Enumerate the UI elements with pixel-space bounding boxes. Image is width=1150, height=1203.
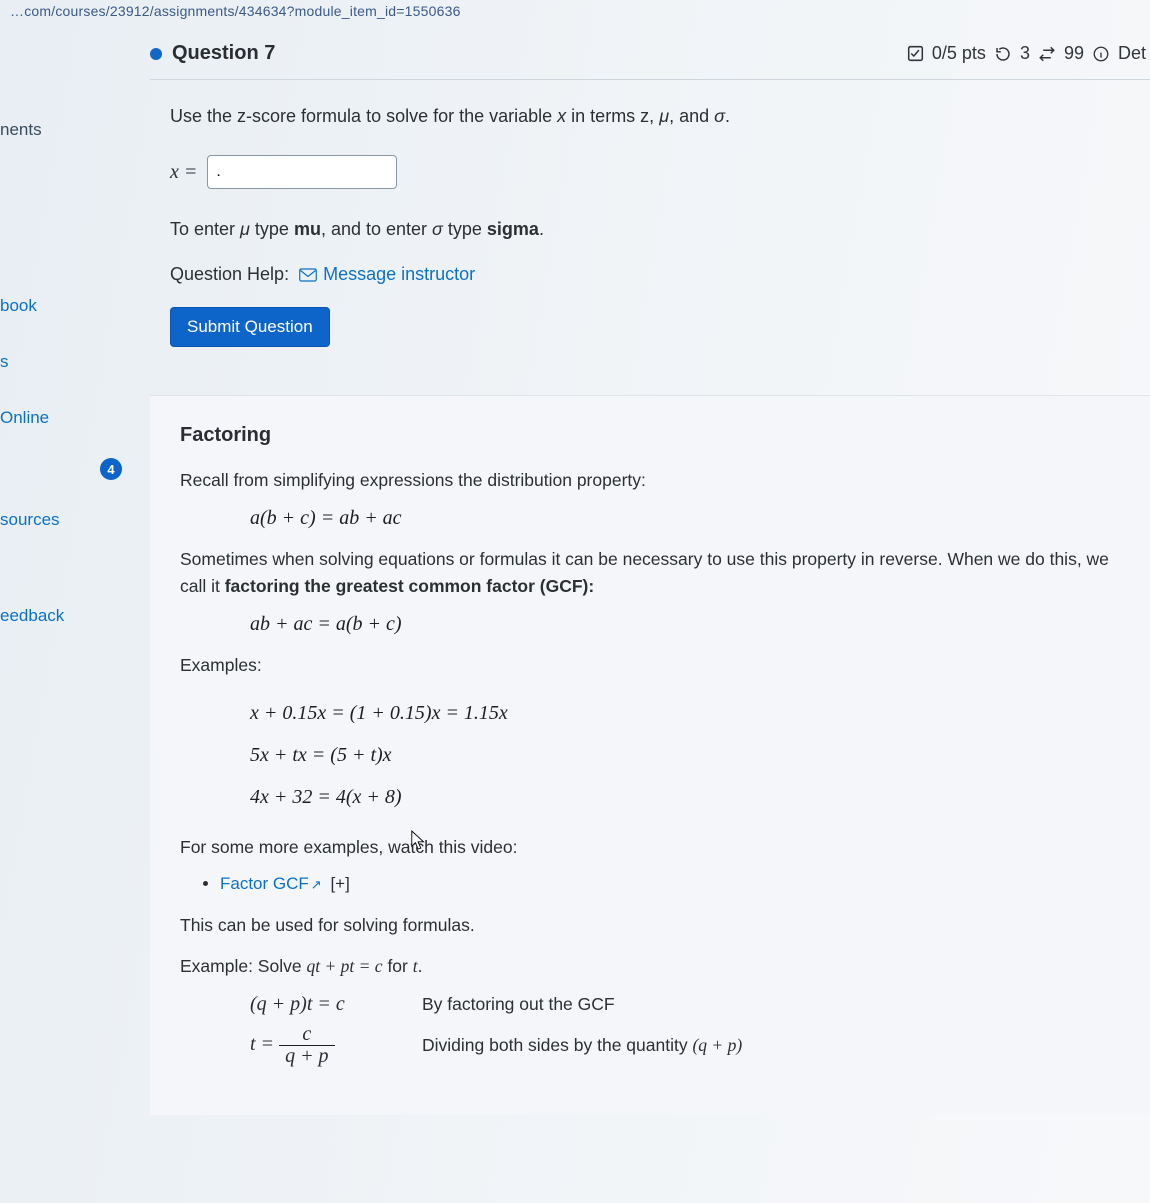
question-prompt: Use the z-score formula to solve for the… (170, 106, 1150, 127)
section-title: Factoring (180, 424, 1120, 447)
step1-equation: (q + p)t = c (250, 993, 390, 1016)
section-p3: For some more examples, watch this video… (180, 834, 1120, 860)
section-p4: This can be used for solving formulas. (180, 912, 1120, 938)
answer-row: x = (170, 155, 1150, 189)
attempts-text: 3 (1020, 43, 1030, 64)
sidebar-item-book[interactable]: book (0, 278, 130, 334)
sidebar-item-s[interactable]: s (0, 334, 130, 390)
retry-icon (994, 45, 1012, 63)
step2-equation: t = c q + p (250, 1024, 390, 1067)
info-icon (1092, 45, 1110, 63)
section-p5: Example: Solve qt + pt = c for t. (180, 953, 1120, 979)
answer-input[interactable] (207, 155, 397, 189)
example-3: 4x + 32 = 4(x + 8) (250, 776, 1120, 818)
help-label: Question Help: (170, 264, 289, 285)
solve-steps: (q + p)t = c By factoring out the GCF t … (250, 993, 1120, 1067)
sidebar-item-online[interactable]: Online (0, 390, 130, 446)
examples-block: x + 0.15x = (1 + 0.15)x = 1.15x 5x + tx … (250, 692, 1120, 818)
checkbox-icon (907, 45, 924, 62)
factor-gcf-link[interactable]: Factor GCF↗ (220, 874, 326, 893)
section-p1: Recall from simplifying expressions the … (180, 467, 1120, 493)
example-2: 5x + tx = (5 + t)x (250, 734, 1120, 776)
external-link-icon: ↗ (311, 877, 322, 892)
section-p2: Sometimes when solving equations or form… (180, 546, 1120, 599)
sidebar-badge: 4 (100, 458, 122, 480)
video-list: Factor GCF↗ [+] (220, 874, 1120, 894)
details-link[interactable]: Det (1118, 43, 1146, 64)
equation-factoring: ab + ac = a(b + c) (250, 613, 1120, 636)
swap-icon (1038, 45, 1056, 63)
expand-toggle[interactable]: [+] (330, 874, 349, 893)
video-item: Factor GCF↗ [+] (220, 874, 1120, 894)
points-text: 0/5 pts (932, 43, 986, 64)
sidebar: nents book s Online 4 sources eedback (0, 22, 130, 1203)
status-dot-icon (150, 48, 162, 60)
x-equals-label: x = (170, 161, 197, 184)
step2-reason: Dividing both sides by the quantity (q +… (422, 1035, 742, 1056)
question-header: Question 7 0/5 pts 3 99 Det (150, 32, 1150, 80)
example-1: x + 0.15x = (1 + 0.15)x = 1.15x (250, 692, 1120, 734)
step1-reason: By factoring out the GCF (422, 994, 615, 1015)
sidebar-item-feedback[interactable]: eedback (0, 588, 130, 644)
mail-icon (299, 268, 317, 282)
factoring-section: Factoring Recall from simplifying expres… (150, 395, 1150, 1115)
equation-distribution: a(b + c) = ab + ac (250, 507, 1120, 530)
input-hint: To enter μ type mu, and to enter σ type … (170, 219, 1150, 240)
examples-label: Examples: (180, 652, 1120, 678)
page-layout: nents book s Online 4 sources eedback Qu… (0, 22, 1150, 1203)
url-fragment: …com/courses/23912/assignments/434634?mo… (0, 0, 1150, 22)
question-help: Question Help: Message instructor (170, 264, 1150, 285)
submit-button[interactable]: Submit Question (170, 307, 330, 347)
question-status: 0/5 pts 3 99 Det (907, 43, 1146, 64)
time-text: 99 (1064, 43, 1084, 64)
sidebar-item-sources[interactable]: sources (0, 492, 130, 548)
question-label: Question 7 (172, 42, 275, 65)
message-instructor-link[interactable]: Message instructor (299, 264, 475, 285)
main-content: Question 7 0/5 pts 3 99 Det Use the z-sc… (130, 22, 1150, 1203)
sidebar-item-nents[interactable]: nents (0, 102, 130, 158)
